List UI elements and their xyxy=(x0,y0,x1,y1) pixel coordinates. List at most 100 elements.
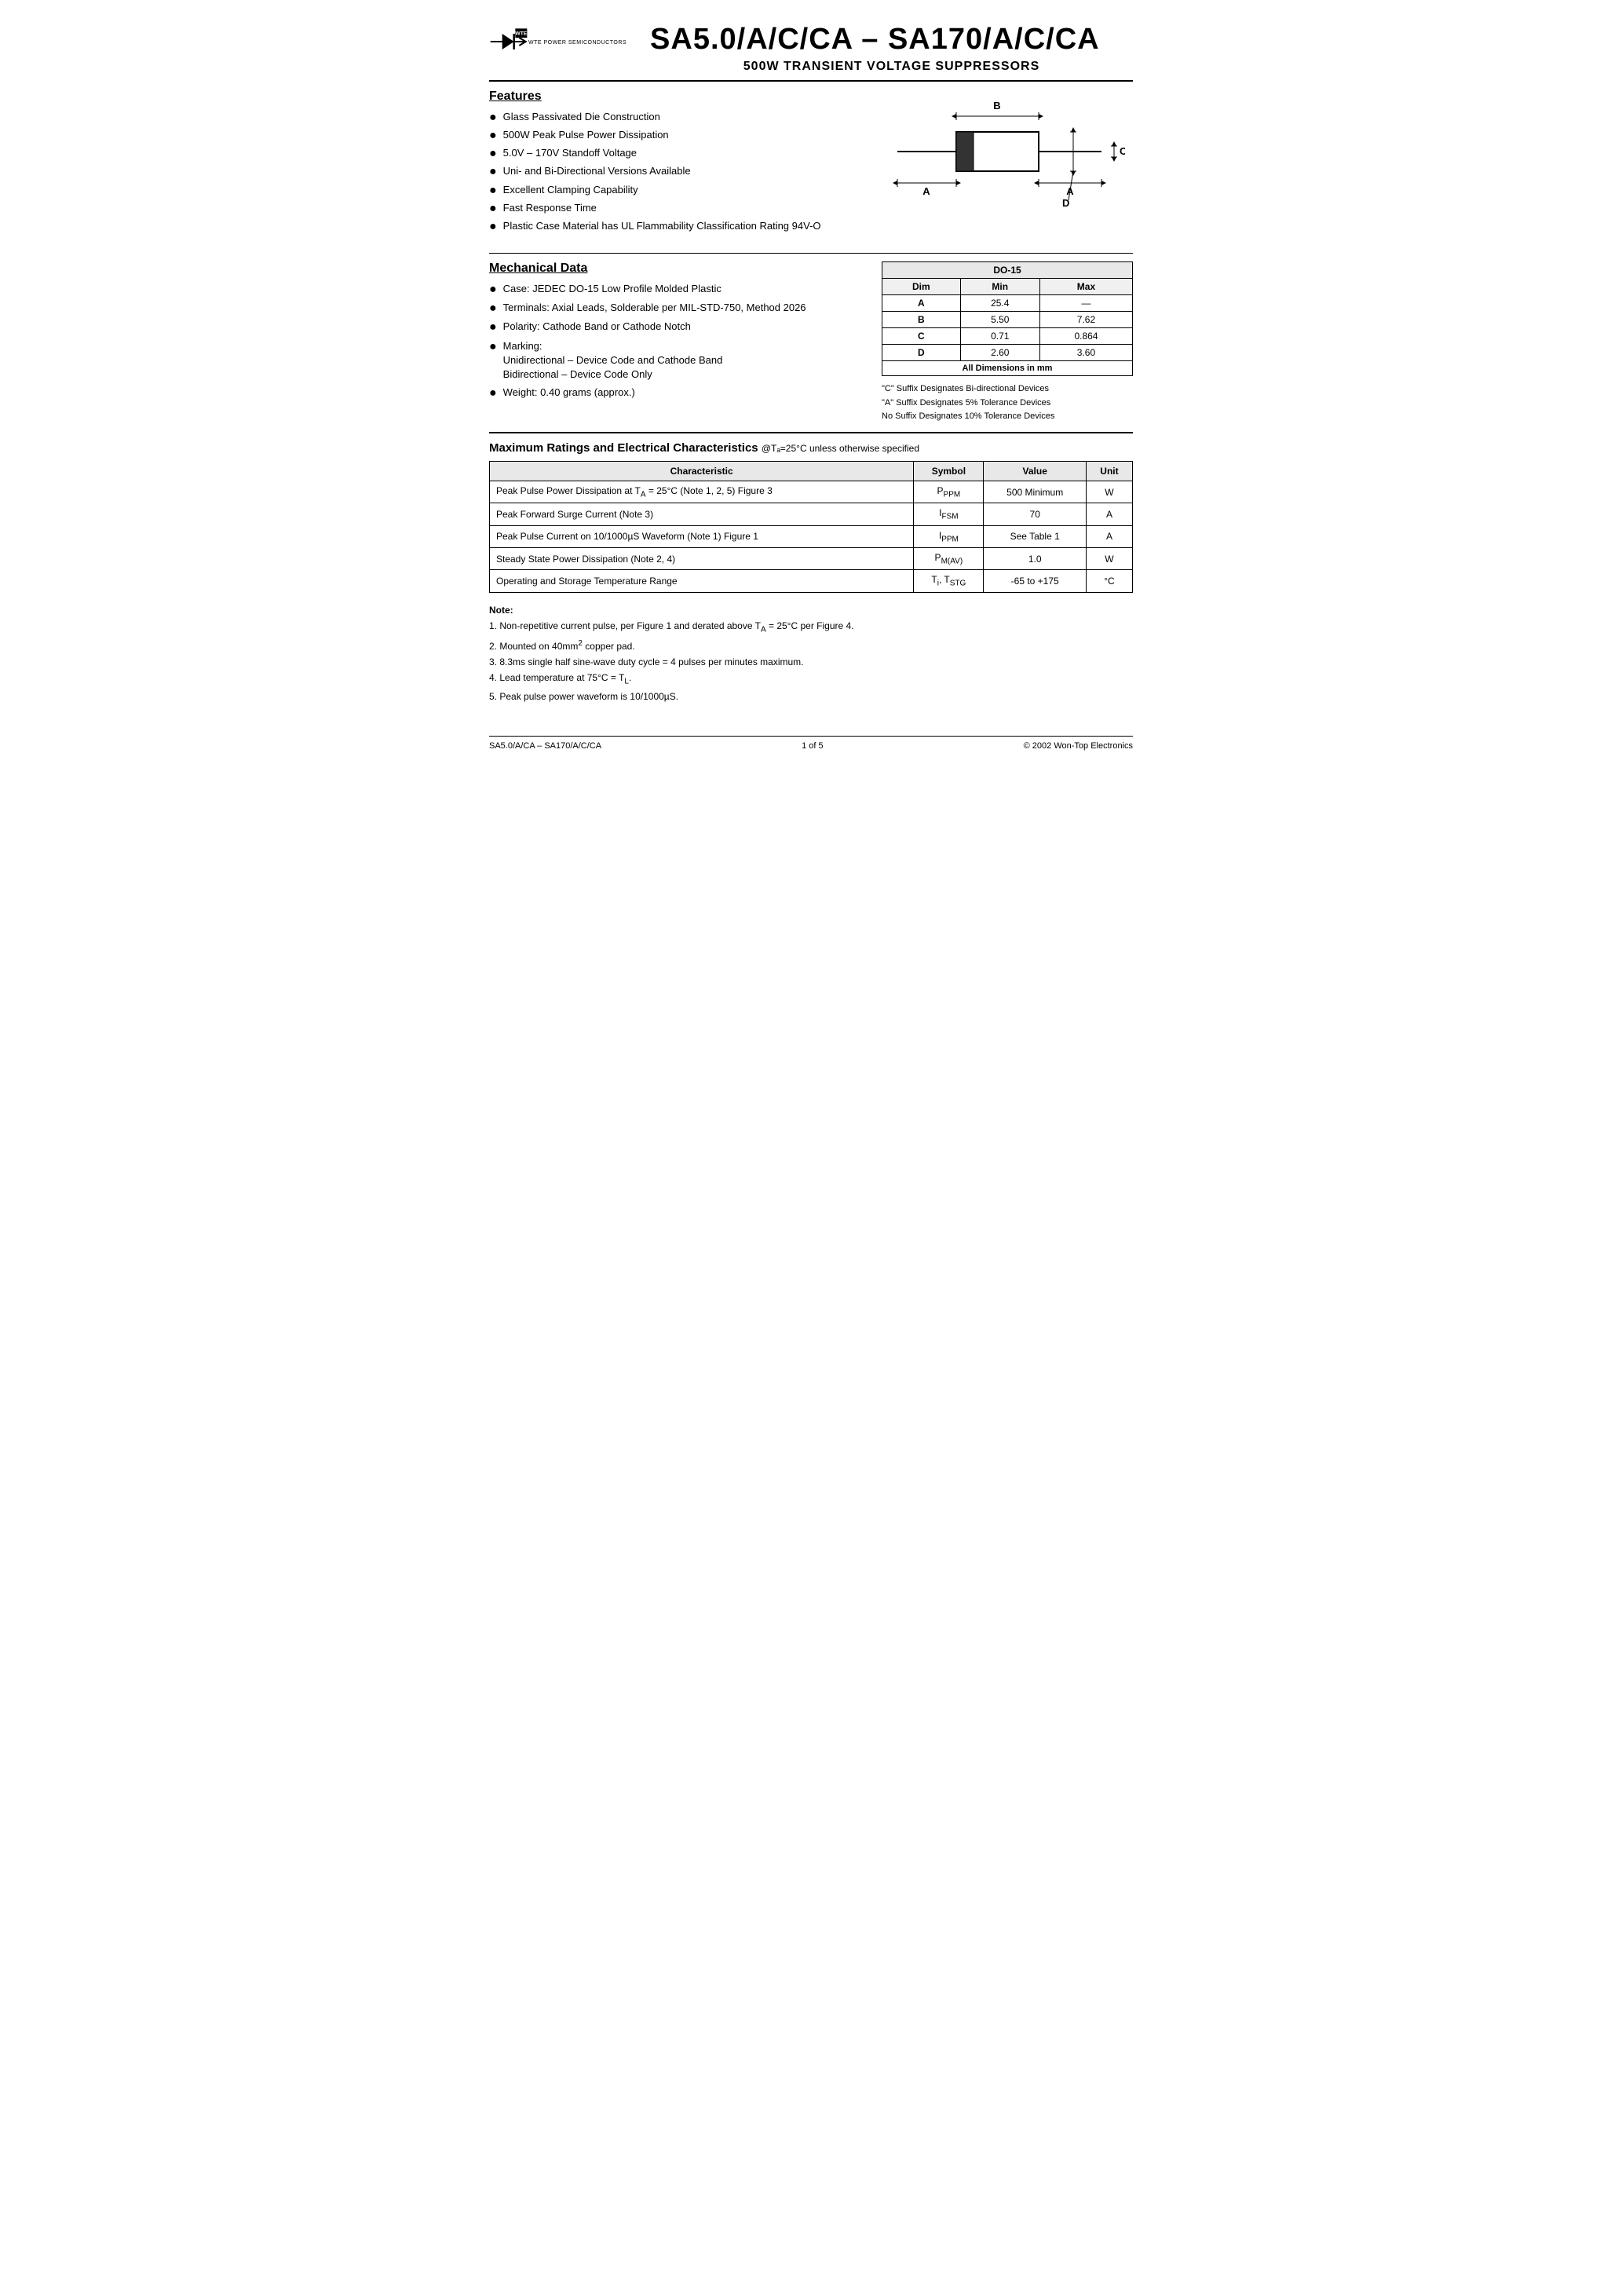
bullet-icon: ● xyxy=(489,301,497,316)
page-footer: SA5.0/A/CA – SA170/A/C/CA 1 of 5 © 2002 … xyxy=(489,736,1133,751)
mech-text: Weight: 0.40 grams (approx.) xyxy=(503,386,635,400)
mech-text: Terminals: Axial Leads, Solderable per M… xyxy=(503,301,806,315)
dim-max: 0.864 xyxy=(1039,328,1132,345)
header-divider xyxy=(489,80,1133,82)
main-title: SA5.0/A/C/CA – SA170/A/C/CA xyxy=(650,24,1133,57)
feature-text: Plastic Case Material has UL Flammabilit… xyxy=(503,219,821,233)
features-section: Features ●Glass Passivated Die Construct… xyxy=(489,90,1133,237)
col-header-characteristic: Characteristic xyxy=(490,461,914,481)
dim-letter: A xyxy=(882,295,961,312)
unit-text: W xyxy=(1086,548,1132,570)
bullet-icon: ● xyxy=(489,386,497,400)
unit-text: W xyxy=(1086,481,1132,503)
features-list: ●Glass Passivated Die Construction ●500W… xyxy=(489,110,866,234)
dimensions-table-area: DO-15 Dim Min Max A 25.4 — xyxy=(882,261,1133,424)
note-item: 3. 8.3ms single half sine-wave duty cycl… xyxy=(489,654,1133,670)
mechanical-section: Mechanical Data ● Case: JEDEC DO-15 Low … xyxy=(489,261,1133,424)
col-header-symbol: Symbol xyxy=(914,461,984,481)
bullet-icon: ● xyxy=(489,146,497,161)
list-item: ● Polarity: Cathode Band or Cathode Notc… xyxy=(489,320,866,335)
suffix-note: No Suffix Designates 10% Tolerance Devic… xyxy=(882,410,1133,424)
title-area: SA5.0/A/C/CA – SA170/A/C/CA 500W TRANSIE… xyxy=(650,24,1133,74)
list-item: ●Glass Passivated Die Construction xyxy=(489,110,866,125)
value-text: -65 to +175 xyxy=(984,570,1086,592)
wte-logo-icon: WTE xyxy=(489,27,528,57)
mech-text: Case: JEDEC DO-15 Low Profile Molded Pla… xyxy=(503,282,721,296)
features-left: Features ●Glass Passivated Die Construct… xyxy=(489,90,866,237)
bullet-icon: ● xyxy=(489,282,497,297)
feature-text: Fast Response Time xyxy=(503,201,597,215)
bullet-icon: ● xyxy=(489,219,497,234)
dim-min: 5.50 xyxy=(960,312,1039,328)
feature-text: Excellent Clamping Capability xyxy=(503,183,638,197)
section-divider-2 xyxy=(489,432,1133,433)
characteristic-text: Operating and Storage Temperature Range xyxy=(490,570,914,592)
col-header-max: Max xyxy=(1039,279,1132,295)
dim-min: 2.60 xyxy=(960,345,1039,361)
mech-text: Polarity: Cathode Band or Cathode Notch xyxy=(503,320,691,334)
ratings-section: Maximum Ratings and Electrical Character… xyxy=(489,441,1133,593)
dim-table-footer: All Dimensions in mm xyxy=(882,361,1133,376)
dim-max: 7.62 xyxy=(1039,312,1132,328)
list-item: ● Plastic Case Material has UL Flammabili… xyxy=(489,219,866,234)
list-item: ● Terminals: Axial Leads, Solderable per… xyxy=(489,301,866,316)
unit-text: A xyxy=(1086,525,1132,547)
note-item: 4. Lead temperature at 75°C = TL. xyxy=(489,670,1133,688)
table-row: C 0.71 0.864 xyxy=(882,328,1133,345)
unit-text: A xyxy=(1086,503,1132,525)
feature-text: 5.0V – 170V Standoff Voltage xyxy=(503,146,637,160)
dim-min: 25.4 xyxy=(960,295,1039,312)
notes-label: Note: xyxy=(489,602,1133,618)
dim-max: — xyxy=(1039,295,1132,312)
list-item: ●Uni- and Bi-Directional Versions Availa… xyxy=(489,164,866,179)
svg-text:B: B xyxy=(993,100,1000,112)
features-title: Features xyxy=(489,90,866,104)
value-text: See Table 1 xyxy=(984,525,1086,547)
ratings-table: Characteristic Symbol Value Unit Peak Pu… xyxy=(489,461,1133,593)
bullet-icon: ● xyxy=(489,183,497,198)
do15-diagram-svg: A B A C xyxy=(890,97,1125,230)
symbol-text: PM(AV) xyxy=(914,548,984,570)
bullet-icon: ● xyxy=(489,164,497,179)
table-row: Peak Pulse Current on 10/1000µS Waveform… xyxy=(490,525,1133,547)
value-text: 70 xyxy=(984,503,1086,525)
table-row: Peak Forward Surge Current (Note 3) IFSM… xyxy=(490,503,1133,525)
suffix-note: "A" Suffix Designates 5% Tolerance Devic… xyxy=(882,397,1133,411)
dim-letter: D xyxy=(882,345,961,361)
suffix-note: "C" Suffix Designates Bi-directional Dev… xyxy=(882,382,1133,397)
dim-letter: B xyxy=(882,312,961,328)
col-header-value: Value xyxy=(984,461,1086,481)
ratings-title-suffix: @Tₐ=25°C unless otherwise specified xyxy=(762,443,919,454)
unit-text: °C xyxy=(1086,570,1132,592)
list-item: ●500W Peak Pulse Power Dissipation xyxy=(489,128,866,143)
dim-table-header: DO-15 xyxy=(882,261,1133,278)
list-item: ● 5.0V – 170V Standoff Voltage xyxy=(489,146,866,161)
list-item: ● Excellent Clamping Capability xyxy=(489,183,866,198)
characteristic-text: Peak Pulse Power Dissipation at TA = 25°… xyxy=(490,481,914,503)
page-header: WTE WTE Power Semiconductors SA5.0/A/C/C… xyxy=(489,24,1133,74)
feature-text: 500W Peak Pulse Power Dissipation xyxy=(503,128,669,142)
list-item: ● Case: JEDEC DO-15 Low Profile Molded P… xyxy=(489,282,866,297)
col-header-unit: Unit xyxy=(1086,461,1132,481)
table-row: D 2.60 3.60 xyxy=(882,345,1133,361)
mechanical-title: Mechanical Data xyxy=(489,261,866,276)
symbol-text: IFSM xyxy=(914,503,984,525)
col-header-dim: Dim xyxy=(882,279,961,295)
logo-subtitle: WTE Power Semiconductors xyxy=(528,40,627,46)
table-row: Peak Pulse Power Dissipation at TA = 25°… xyxy=(490,481,1133,503)
component-diagram: A B A C xyxy=(882,90,1133,237)
dim-letter: C xyxy=(882,328,961,345)
mech-text: Marking:Unidirectional – Device Code and… xyxy=(503,339,723,382)
note-item: 2. Mounted on 40mm2 copper pad. xyxy=(489,637,1133,654)
characteristic-text: Peak Forward Surge Current (Note 3) xyxy=(490,503,914,525)
table-row: Steady State Power Dissipation (Note 2, … xyxy=(490,548,1133,570)
bullet-icon: ● xyxy=(489,339,497,354)
table-row: B 5.50 7.62 xyxy=(882,312,1133,328)
logo-text: WTE Power Semiconductors xyxy=(528,38,627,46)
symbol-text: IPPM xyxy=(914,525,984,547)
characteristic-text: Steady State Power Dissipation (Note 2, … xyxy=(490,548,914,570)
svg-text:WTE: WTE xyxy=(515,31,527,37)
note-item: 5. Peak pulse power waveform is 10/1000µ… xyxy=(489,689,1133,704)
symbol-text: PPPM xyxy=(914,481,984,503)
list-item: ●Fast Response Time xyxy=(489,201,866,216)
